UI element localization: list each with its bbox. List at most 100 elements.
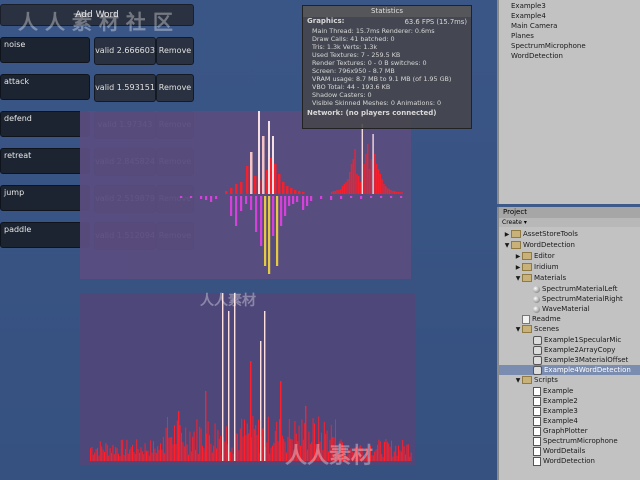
waveform-bar [172, 444, 174, 461]
waveform-bar [188, 454, 189, 461]
project-item[interactable]: Example3 [499, 406, 640, 416]
hierarchy-item[interactable]: Main Camera [499, 21, 640, 31]
hierarchy-item[interactable]: Planes [499, 31, 640, 41]
project-item[interactable]: ▶ AssetStoreTools [499, 229, 640, 240]
project-item[interactable]: Example4 [499, 416, 640, 426]
spectrum-bar [320, 196, 323, 199]
expand-down-icon[interactable]: ▼ [514, 274, 522, 284]
remove-button[interactable]: Remove [156, 37, 194, 65]
expand-down-icon[interactable]: ▼ [514, 376, 522, 386]
waveform-bar [264, 311, 266, 461]
waveform-bar [95, 449, 97, 461]
scene-icon [533, 345, 542, 355]
script-icon [533, 456, 541, 466]
waveform-bar [94, 452, 96, 461]
spectrum-bar [365, 154, 367, 194]
expand-right-icon[interactable]: ▶ [503, 230, 511, 240]
script-icon [533, 396, 541, 406]
project-item[interactable]: ▼ Scenes [499, 324, 640, 335]
word-field[interactable]: paddle [0, 222, 90, 248]
waveform-bar [150, 440, 152, 461]
statistics-title: Statistics [303, 6, 471, 17]
project-tab[interactable]: Project [499, 207, 640, 218]
spectrum-bar [245, 196, 248, 204]
stats-line: Screen: 796x950 - 8.7 MB [312, 67, 395, 75]
waveform-bar [99, 441, 101, 461]
project-item[interactable]: ▶ Editor [499, 251, 640, 262]
waveform-bar [281, 435, 283, 461]
waveform-bar [274, 431, 276, 461]
spectrum-bar [260, 196, 263, 246]
word-field[interactable]: defend [0, 111, 90, 137]
project-item[interactable]: Example2 [499, 396, 640, 406]
project-item[interactable]: Readme [499, 314, 640, 324]
waveform-bar [396, 455, 398, 461]
spectrum-bar [272, 136, 274, 194]
expand-down-icon[interactable]: ▼ [514, 325, 522, 335]
expand-right-icon[interactable]: ▶ [514, 252, 522, 262]
waveform-bar [405, 454, 406, 461]
stats-line: Used Textures: 7 - 259.5 KB [312, 51, 401, 59]
waveform-bar [178, 411, 180, 461]
waveform-bar [167, 416, 168, 461]
waveform-bar [112, 444, 114, 461]
waveform-bar [269, 453, 271, 461]
spectrum-bar [381, 179, 383, 194]
word-field[interactable]: noise [0, 37, 90, 63]
material-icon [533, 295, 540, 303]
project-item-label: Example3MaterialOffset [544, 356, 629, 364]
project-item[interactable]: ▶ Iridium [499, 262, 640, 273]
project-item[interactable]: SpectrumMaterialRight [499, 294, 640, 304]
stats-line: VBO Total: 44 - 193.6 KB [312, 83, 391, 91]
waveform-bar [165, 427, 167, 461]
word-field[interactable]: jump [0, 185, 90, 211]
project-item[interactable]: Example2ArrayCopy [499, 345, 640, 355]
spectrum-bar [280, 196, 283, 226]
remove-button[interactable]: Remove [156, 74, 194, 102]
spectrum-bar [330, 196, 333, 200]
validate-button[interactable]: valid 2.666603 [94, 37, 156, 65]
fps-readout: 63.6 FPS (15.7ms) [404, 18, 467, 26]
validate-button[interactable]: valid 1.593151 [94, 74, 156, 102]
spectrum-bar [380, 196, 383, 198]
project-item[interactable]: ▼ Materials [499, 273, 640, 284]
word-field[interactable]: retreat [0, 148, 90, 174]
project-item[interactable]: SpectrumMicrophone [499, 436, 640, 446]
project-item[interactable]: ▼ Scripts [499, 375, 640, 386]
spectrum-bar [367, 144, 369, 194]
word-field[interactable]: attack [0, 74, 90, 100]
spectrum-bar [255, 196, 258, 232]
waveform-bar [101, 446, 103, 461]
hierarchy-item[interactable]: Example3 [499, 1, 640, 11]
waveform-bar [258, 419, 259, 461]
project-item[interactable]: SpectrumMaterialLeft [499, 284, 640, 294]
material-icon [533, 305, 540, 313]
project-item[interactable]: ▼ WordDetection [499, 240, 640, 251]
project-item[interactable]: Example3MaterialOffset [499, 355, 640, 365]
waveform-bar [391, 440, 392, 461]
expand-right-icon[interactable]: ▶ [514, 263, 522, 273]
expand-down-icon[interactable]: ▼ [503, 241, 511, 251]
stats-line: Shadow Casters: 0 [312, 91, 372, 99]
spectrum-bar [190, 196, 193, 198]
waveform-bar [182, 442, 184, 461]
hierarchy-item[interactable]: Example4 [499, 11, 640, 21]
project-item[interactable]: WaveMaterial [499, 304, 640, 314]
waveform-bar [91, 446, 93, 461]
spectrum-bar [268, 121, 270, 194]
hierarchy-item[interactable]: WordDetection [499, 51, 640, 61]
project-item[interactable]: Example1SpecularMic [499, 335, 640, 345]
project-item[interactable]: GraphPlotter [499, 426, 640, 436]
project-item[interactable]: WordDetails [499, 446, 640, 456]
waveform-bar [277, 441, 279, 461]
project-item-label: SpectrumMaterialLeft [542, 285, 618, 293]
scene-icon [533, 365, 542, 375]
waveform-bar [395, 445, 397, 461]
project-item[interactable]: WordDetection [499, 456, 640, 466]
create-button[interactable]: Create [502, 219, 522, 226]
waveform-bar [148, 455, 150, 461]
project-item[interactable]: Example4WordDetection [499, 365, 640, 375]
project-item[interactable]: Example [499, 386, 640, 396]
hierarchy-item[interactable]: SpectrumMicrophone [499, 41, 640, 51]
chevron-down-icon[interactable]: ▾ [524, 219, 527, 226]
